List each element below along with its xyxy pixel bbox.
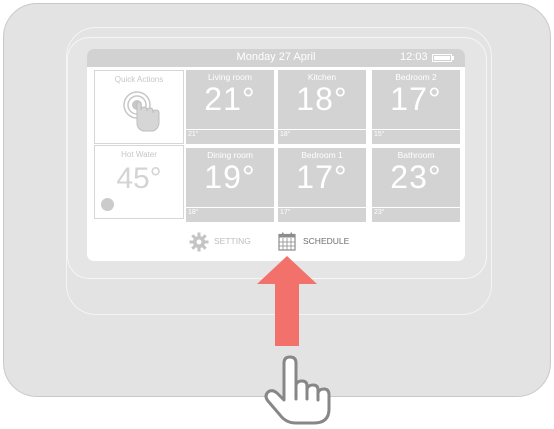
room-setpoint: 15° [374, 131, 385, 138]
room-tile-bathroom[interactable]: Bathroom 23° 23° [372, 148, 460, 222]
thermostat-screen: Monday 27 April 12:03 Quick Actions Hot … [87, 49, 465, 261]
room-setpoint: 17° [280, 209, 291, 216]
setting-label: SETTING [214, 236, 251, 246]
calendar-icon [278, 232, 296, 251]
schedule-button[interactable]: SCHEDULE [278, 229, 360, 253]
hot-water-status-dot [101, 198, 114, 211]
setpoint-bar: 18° [186, 207, 274, 222]
hot-water-temp: 45° [116, 162, 162, 195]
setpoint-bar: 18° [278, 129, 366, 144]
room-tile-living-room[interactable]: Living room 21° 21° [186, 70, 274, 144]
room-setpoint: 23° [374, 209, 385, 216]
quick-actions-label: Quick Actions [114, 75, 164, 84]
room-tile-kitchen[interactable]: Kitchen 18° 18° [278, 70, 366, 144]
hot-water-label: Hot Water [121, 150, 157, 159]
setpoint-bar: 17° [278, 207, 366, 222]
schedule-label: SCHEDULE [303, 236, 350, 246]
room-temp: 17° [296, 159, 348, 195]
time-label: 12:03 [400, 51, 428, 63]
gear-icon [189, 232, 209, 252]
room-tile-bedroom-1[interactable]: Bedroom 1 17° 17° [278, 148, 366, 222]
room-temp: 21° [204, 81, 256, 117]
setpoint-bar: 15° [372, 129, 460, 144]
quick-actions-tile[interactable]: Quick Actions [94, 70, 184, 144]
room-tile-bedroom-2[interactable]: Bedroom 2 17° 15° [372, 70, 460, 144]
arrow-up-icon [257, 256, 317, 346]
setpoint-bar: 21° [186, 129, 274, 144]
hot-water-tile[interactable]: Hot Water 45° [94, 145, 184, 219]
battery-full-icon [432, 54, 454, 62]
room-setpoint: 18° [280, 131, 291, 138]
pointing-hand-icon [264, 355, 331, 425]
room-tile-dining-room[interactable]: Dining room 19° 18° [186, 148, 274, 222]
status-bar: Monday 27 April 12:03 [87, 49, 465, 67]
bottom-nav: SETTING SCHEDULE [87, 229, 465, 253]
room-temp: 18° [296, 81, 348, 117]
room-setpoint: 18° [188, 209, 199, 216]
setpoint-bar: 23° [372, 207, 460, 222]
room-temp: 23° [390, 159, 442, 195]
room-temp: 17° [390, 81, 442, 117]
touch-hand-icon [123, 91, 160, 132]
room-setpoint: 21° [188, 131, 199, 138]
room-temp: 19° [204, 159, 256, 195]
setting-button[interactable]: SETTING [189, 229, 261, 253]
